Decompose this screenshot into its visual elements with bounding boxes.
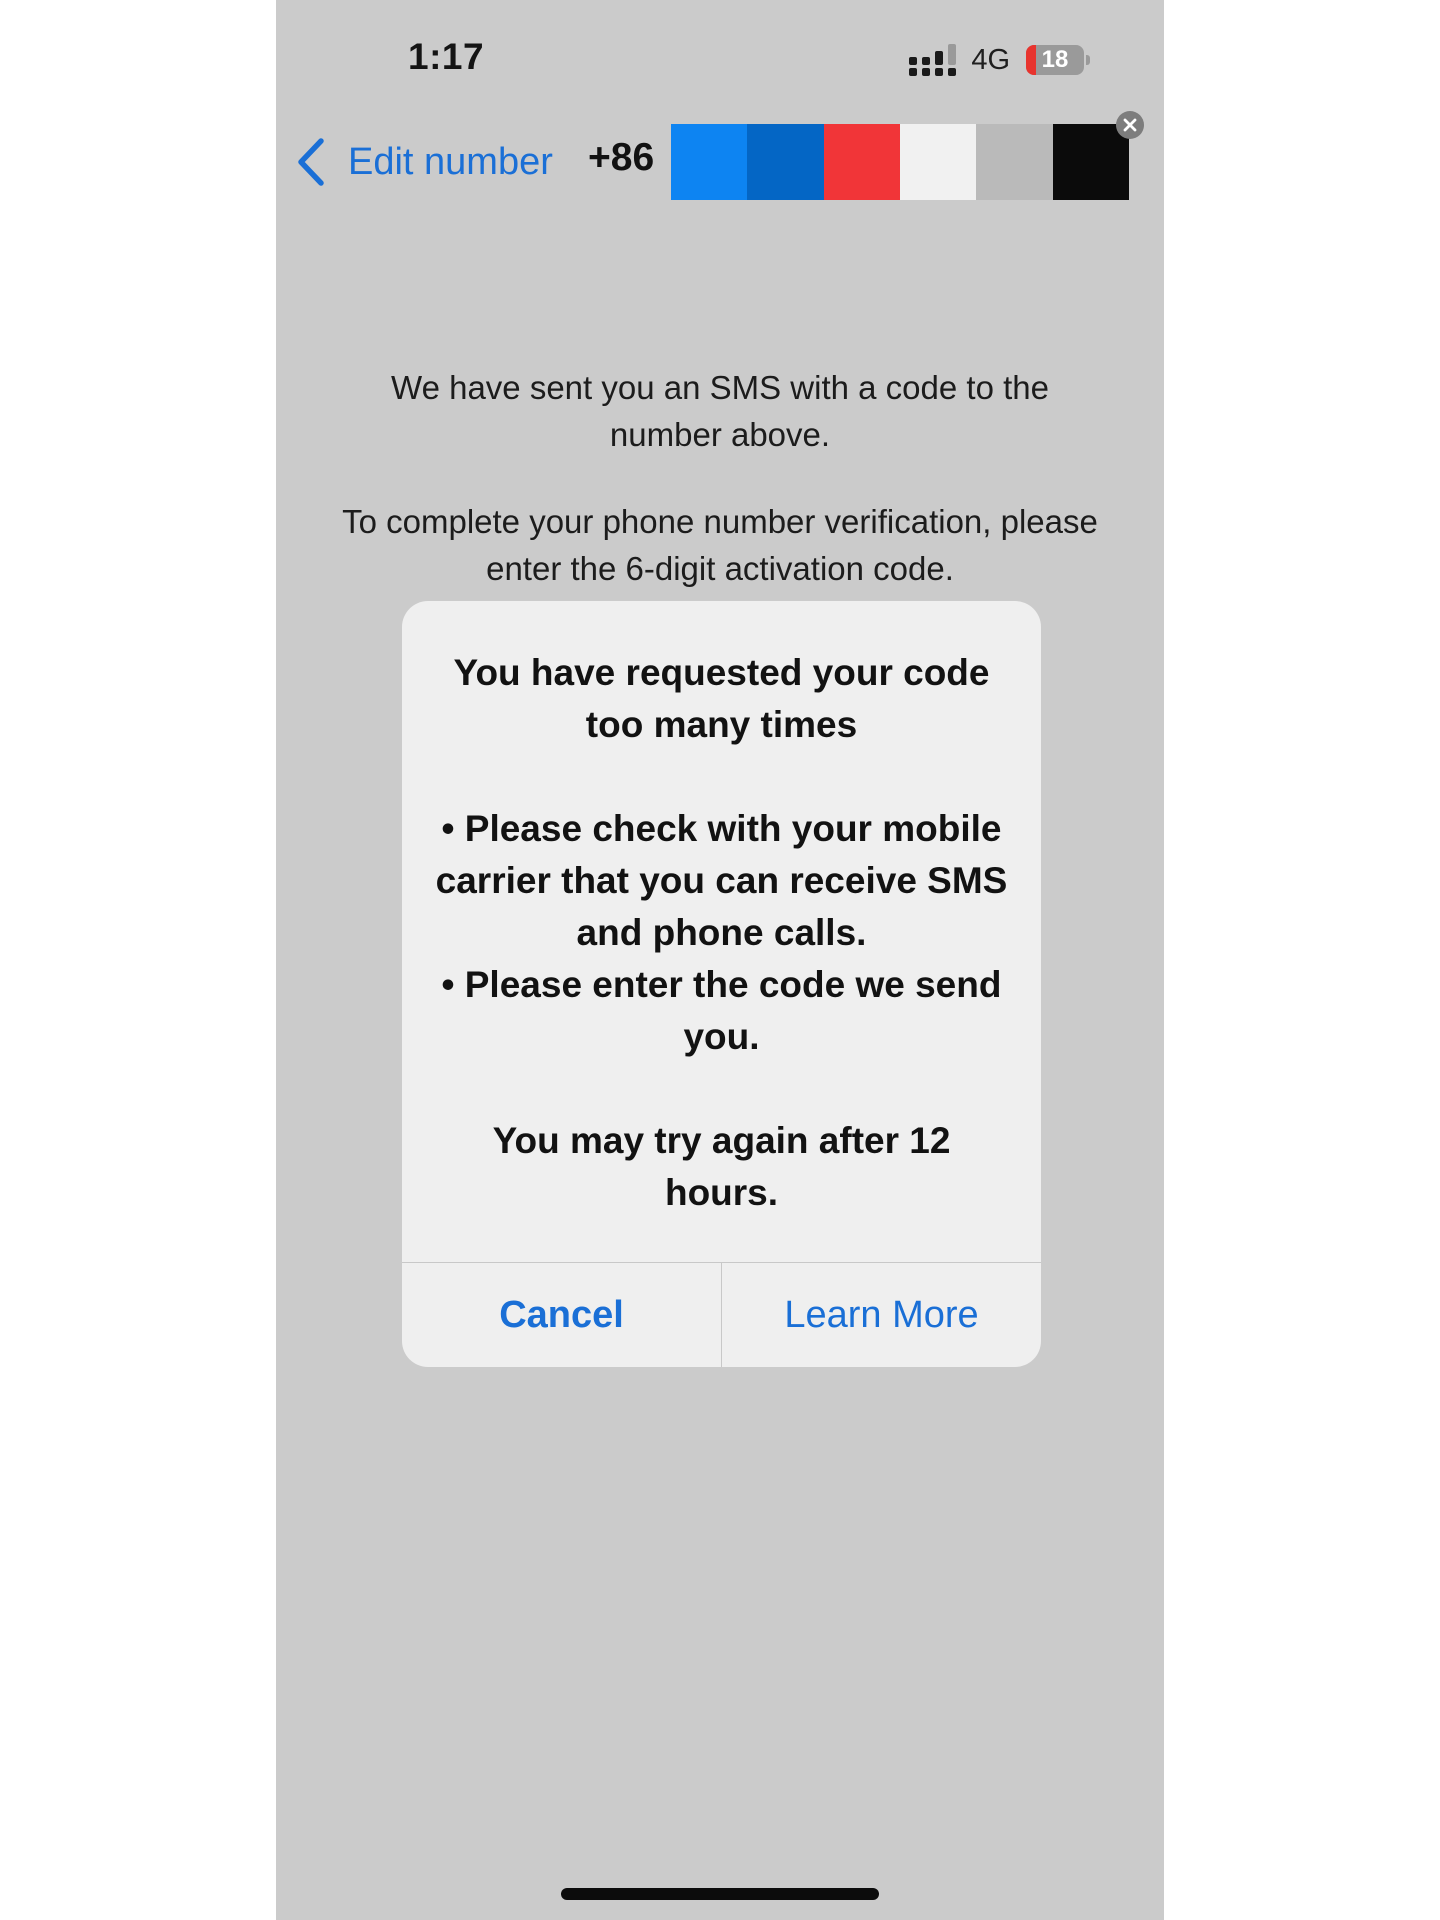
alert-body: You have requested your code too many ti… — [434, 647, 1009, 1219]
edit-number-button[interactable]: Edit number — [296, 132, 553, 192]
edit-number-label: Edit number — [348, 140, 553, 183]
verification-instruction-text: To complete your phone number verificati… — [342, 503, 1098, 587]
redaction-block — [899, 124, 977, 200]
chevron-left-icon — [298, 138, 324, 186]
home-indicator[interactable] — [561, 1888, 879, 1900]
alert-actions: Cancel Learn More — [402, 1262, 1041, 1367]
phone-screen: 1:17 4G 18 Edit number +86 We have sent … — [276, 0, 1164, 1920]
redaction-block — [671, 124, 748, 200]
country-code: +86 — [588, 136, 655, 179]
page: 1:17 4G 18 Edit number +86 We have sent … — [0, 0, 1440, 1920]
network-type: 4G — [971, 43, 1010, 76]
redaction-block — [976, 124, 1053, 200]
battery-nub — [1086, 55, 1090, 65]
alert-title: You have requested your code too many ti… — [453, 652, 990, 745]
alert-retry-text: You may try again after 12 hours. — [492, 1120, 951, 1213]
clear-number-button[interactable] — [1116, 111, 1144, 139]
redaction-block — [823, 124, 900, 200]
battery-icon: 18 — [1026, 45, 1084, 75]
alert-bullet-carrier: • Please check with your mobile carrier … — [435, 808, 1008, 953]
cancel-button[interactable]: Cancel — [402, 1263, 721, 1367]
alert-message: • Please check with your mobile carrier … — [434, 803, 1009, 1063]
learn-more-button[interactable]: Learn More — [722, 1263, 1041, 1367]
battery-percentage: 18 — [1041, 46, 1069, 73]
sms-sent-text: We have sent you an SMS with a code to t… — [391, 369, 1049, 453]
status-indicators: 4G 18 — [909, 40, 1090, 80]
status-time: 1:17 — [408, 36, 485, 77]
redacted-phone-number — [671, 124, 1129, 200]
redaction-block — [747, 124, 824, 200]
cellular-signal-icon — [909, 44, 957, 76]
too-many-requests-alert: You have requested your code too many ti… — [402, 601, 1041, 1367]
alert-bullet-enter-code: • Please enter the code we send you. — [441, 964, 1002, 1057]
close-icon — [1123, 118, 1137, 132]
